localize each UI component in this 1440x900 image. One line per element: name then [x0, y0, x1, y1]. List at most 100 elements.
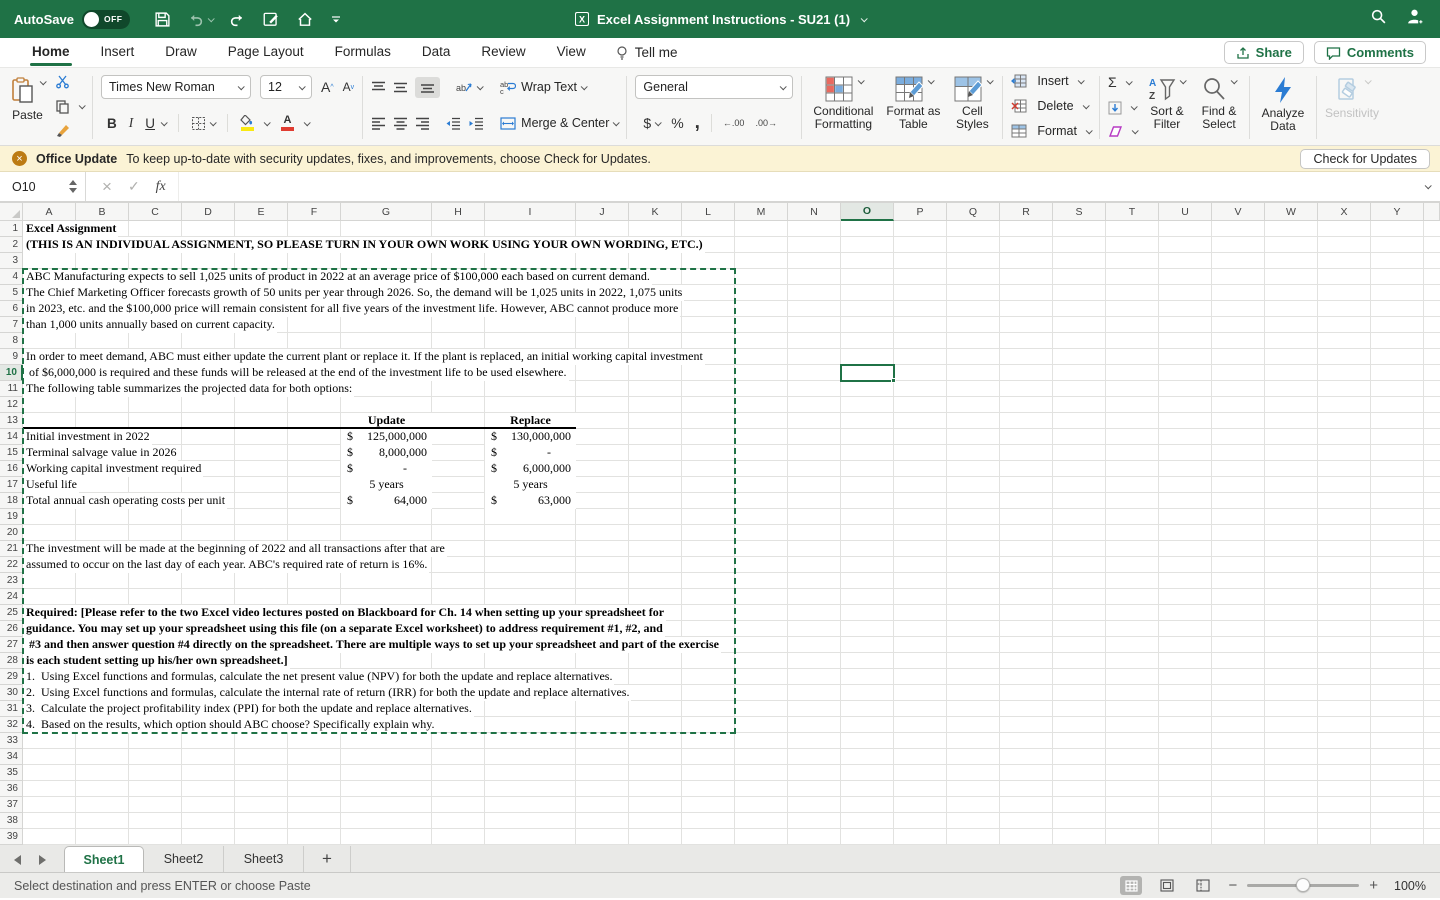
align-right-button[interactable] — [415, 117, 430, 130]
row-header-2[interactable]: 2 — [0, 237, 23, 253]
row-header-18[interactable]: 18 — [0, 493, 23, 509]
home-icon[interactable] — [296, 10, 314, 28]
grid-cell-A29[interactable]: 1. Using Excel functions and formulas, c… — [23, 669, 614, 685]
decrease-indent-button[interactable] — [445, 117, 461, 130]
font-size-select[interactable]: 12 — [260, 75, 312, 99]
grid-cell-G16[interactable]: $- — [341, 461, 432, 477]
prev-sheet-icon[interactable] — [14, 855, 21, 865]
grid-cell-A7[interactable]: than 1,000 units annually based on curre… — [23, 317, 277, 333]
align-bottom-button[interactable] — [415, 77, 440, 98]
grid-cell-A25[interactable]: Required: [Please refer to the two Excel… — [23, 605, 666, 621]
row-header-10[interactable]: 10 — [0, 365, 23, 381]
column-header-L[interactable]: L — [682, 203, 735, 221]
grid-cell-A2[interactable]: (THIS IS AN INDIVIDUAL ASSIGNMENT, SO PL… — [23, 237, 705, 253]
worksheet-grid[interactable]: ABCDEFGHIJKLMNOPQRSTUVWXY123456789101112… — [0, 203, 1440, 845]
page-break-view-button[interactable] — [1192, 876, 1214, 895]
column-header-G[interactable]: G — [341, 203, 432, 221]
share-button[interactable]: Share — [1224, 41, 1304, 64]
row-header-26[interactable]: 26 — [0, 621, 23, 637]
column-header-M[interactable]: M — [735, 203, 788, 221]
autosum-button[interactable]: Σ — [1108, 74, 1137, 90]
grid-cell-G14[interactable]: $125,000,000 — [341, 429, 432, 445]
row-header-32[interactable]: 32 — [0, 717, 23, 733]
tab-insert[interactable]: Insert — [99, 39, 137, 66]
redo-button[interactable] — [229, 11, 246, 28]
italic-button[interactable]: I — [129, 115, 134, 131]
zoom-out-button[interactable]: − — [1228, 878, 1237, 893]
grid-cell-A5[interactable]: The Chief Marketing Officer forecasts gr… — [23, 285, 684, 301]
name-box[interactable]: O10 — [0, 172, 86, 201]
grid-cell-A21[interactable]: The investment will be made at the begin… — [23, 541, 447, 557]
column-header-C[interactable]: C — [129, 203, 182, 221]
format-cells-button[interactable]: Format — [1011, 124, 1091, 138]
align-center-button[interactable] — [393, 117, 408, 130]
autosave-toggle[interactable]: OFF — [82, 10, 130, 29]
increase-decimal-button[interactable]: ←.00 — [723, 118, 745, 128]
grid-cell-A6[interactable]: in 2023, etc. and the $100,000 price wil… — [23, 301, 680, 317]
autosave-control[interactable]: AutoSave OFF — [14, 10, 130, 29]
search-icon[interactable] — [1370, 8, 1387, 30]
row-header-30[interactable]: 30 — [0, 685, 23, 701]
row-header-17[interactable]: 17 — [0, 477, 23, 493]
column-header-N[interactable]: N — [788, 203, 841, 221]
sensitivity-button[interactable]: Sensitivity — [1325, 74, 1379, 120]
row-header-11[interactable]: 11 — [0, 381, 23, 397]
insert-cells-button[interactable]: Insert — [1011, 74, 1091, 88]
column-header-U[interactable]: U — [1159, 203, 1212, 221]
grid-cell-G15[interactable]: $8,000,000 — [341, 445, 432, 461]
grid-cell-A4[interactable]: ABC Manufacturing expects to sell 1,025 … — [23, 269, 652, 285]
bold-button[interactable]: B — [107, 116, 117, 131]
row-header-19[interactable]: 19 — [0, 509, 23, 525]
align-top-button[interactable] — [371, 81, 386, 94]
number-format-select[interactable]: General — [635, 75, 793, 99]
clear-button[interactable] — [1108, 125, 1137, 138]
column-header-D[interactable]: D — [182, 203, 235, 221]
copy-button[interactable] — [55, 99, 84, 114]
analyze-data-button[interactable]: Analyze Data — [1258, 74, 1308, 133]
zoom-in-button[interactable]: + — [1369, 878, 1378, 893]
formula-bar-expand-icon[interactable] — [1425, 182, 1432, 189]
active-cell[interactable] — [840, 364, 895, 382]
row-header-36[interactable]: 36 — [0, 781, 23, 797]
tab-page-layout[interactable]: Page Layout — [226, 39, 306, 66]
grid-cell-A18[interactable]: Total annual cash operating costs per un… — [23, 493, 227, 509]
grid-cell-G18[interactable]: $64,000 — [341, 493, 432, 509]
column-header-J[interactable]: J — [576, 203, 629, 221]
grid-cell-A17[interactable]: Useful life — [23, 477, 79, 493]
sheet-tab-sheet1[interactable]: Sheet1 — [64, 846, 144, 872]
row-header-15[interactable]: 15 — [0, 445, 23, 461]
select-all-corner[interactable] — [0, 203, 23, 221]
conditional-formatting-button[interactable]: Conditional Formatting — [810, 74, 876, 131]
underline-button[interactable]: U — [145, 116, 155, 131]
paste-button[interactable]: Paste — [10, 74, 45, 122]
row-header-14[interactable]: 14 — [0, 429, 23, 445]
check-for-updates-button[interactable]: Check for Updates — [1300, 149, 1430, 169]
merge-center-button[interactable]: Merge & Center — [500, 116, 618, 130]
column-header-Q[interactable]: Q — [947, 203, 1000, 221]
row-header-8[interactable]: 8 — [0, 333, 23, 349]
row-header-37[interactable]: 37 — [0, 797, 23, 813]
row-header-4[interactable]: 4 — [0, 269, 23, 285]
format-painter-button[interactable] — [55, 123, 84, 138]
enter-icon[interactable]: ✓ — [128, 178, 140, 195]
title-dropdown-icon[interactable] — [861, 15, 868, 22]
zoom-slider-thumb[interactable] — [1296, 878, 1310, 892]
borders-button[interactable] — [191, 116, 215, 131]
row-header-39[interactable]: 39 — [0, 829, 23, 845]
row-header-3[interactable]: 3 — [0, 253, 23, 269]
comma-format-button[interactable]: , — [695, 119, 700, 127]
save-icon[interactable] — [154, 11, 171, 28]
font-color-button[interactable]: A — [281, 115, 294, 131]
row-header-22[interactable]: 22 — [0, 557, 23, 573]
grid-cell-I18[interactable]: $63,000 — [485, 493, 576, 509]
align-middle-button[interactable] — [393, 81, 408, 94]
formula-input[interactable] — [178, 172, 1421, 201]
grid-cell-A10[interactable]: of $6,000,000 is required and these fund… — [23, 365, 569, 381]
column-header-H[interactable]: H — [432, 203, 485, 221]
cancel-icon[interactable]: × — [102, 177, 112, 197]
normal-view-button[interactable] — [1120, 876, 1142, 895]
sheet-tab-sheet3[interactable]: Sheet3 — [224, 846, 304, 872]
grid-cell-A15[interactable]: Terminal salvage value in 2026 — [23, 445, 178, 461]
grid-cell-I14[interactable]: $130,000,000 — [485, 429, 576, 445]
row-header-21[interactable]: 21 — [0, 541, 23, 557]
